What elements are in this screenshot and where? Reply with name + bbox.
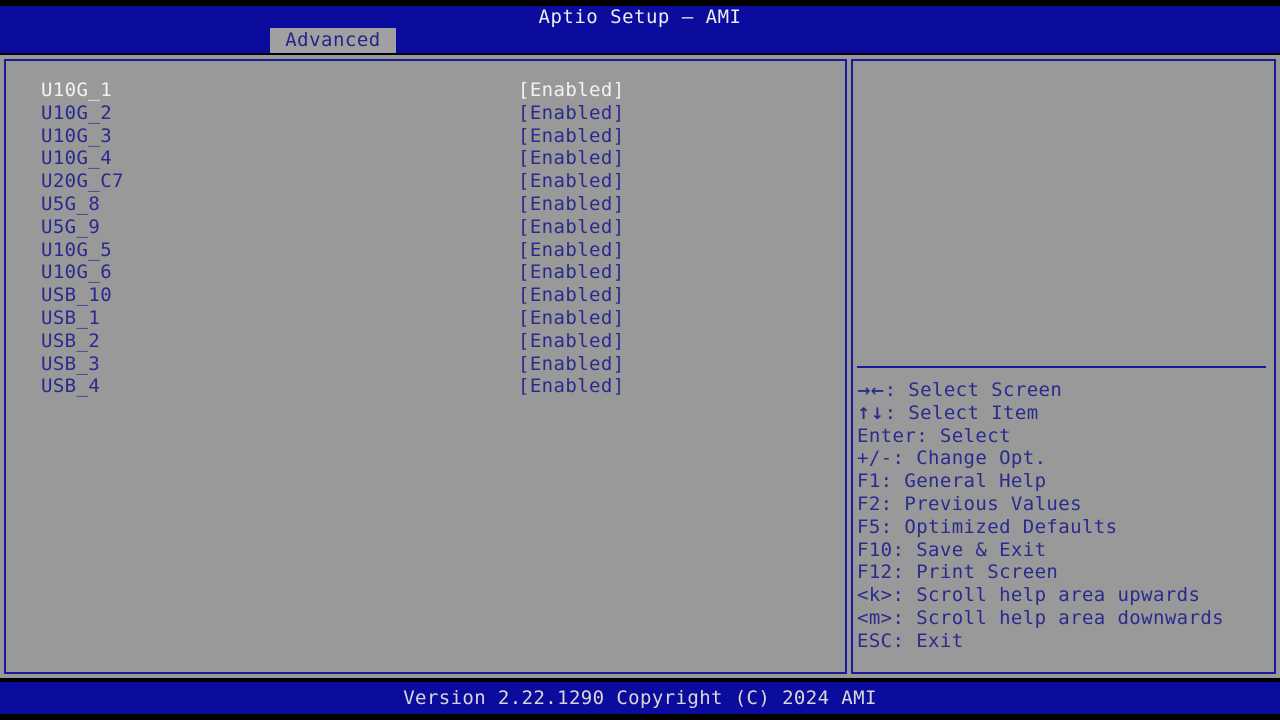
help-panel: →←: Select Screen ↑↓: Select Item Enter: S… — [851, 59, 1276, 674]
help-key-label: : Select Item — [884, 401, 1039, 424]
settings-row-value[interactable]: [Enabled] — [518, 147, 625, 170]
settings-row-label: U10G_6 — [41, 261, 113, 284]
bios-setup-screen: Aptio Setup – AMI Advanced U10G_1 [Enable… — [0, 0, 1280, 720]
settings-row[interactable]: U10G_2 [Enabled] — [36, 102, 826, 125]
help-key-row: F5: Optimized Defaults — [857, 516, 1272, 539]
settings-row-label: USB_1 — [41, 306, 101, 329]
help-description — [859, 67, 1268, 359]
help-key-row: ESC: Exit — [857, 630, 1272, 653]
help-key-row: F12: Print Screen — [857, 561, 1272, 584]
settings-panel: U10G_1 [Enabled] U10G_2 [Enabled] U10G_3 [Ena… — [4, 59, 847, 674]
tab-strip: Advanced — [0, 28, 1280, 53]
settings-row-label: USB_3 — [41, 352, 101, 375]
help-key-row: Enter: Select — [857, 425, 1272, 448]
help-key-row: +/-: Change Opt. — [857, 447, 1272, 470]
settings-row-value[interactable]: [Enabled] — [518, 284, 625, 307]
settings-row-label: U10G_3 — [41, 124, 113, 147]
help-key-label: : Select Screen — [884, 379, 1063, 401]
settings-row-label: USB_4 — [41, 375, 101, 398]
help-key-row: ↑↓: Select Item — [857, 402, 1272, 425]
settings-row-label: U5G_8 — [41, 192, 101, 215]
content-area: U10G_1 [Enabled] U10G_2 [Enabled] U10G_3 [Ena… — [0, 55, 1280, 678]
arrow-keys-icon: ↑↓ — [857, 403, 885, 423]
settings-row-label: U10G_5 — [41, 238, 113, 261]
help-key-label: F10: Save & Exit — [857, 538, 1047, 561]
settings-row-value[interactable]: [Enabled] — [518, 330, 625, 353]
help-key-row: F2: Previous Values — [857, 493, 1272, 516]
settings-row-value[interactable]: [Enabled] — [518, 261, 625, 284]
settings-row-value[interactable]: [Enabled] — [518, 216, 625, 239]
version-text: Version 2.22.1290 Copyright (C) 2024 AMI — [403, 687, 877, 709]
settings-row-label: USB_10 — [41, 284, 113, 307]
help-key-row: →←: Select Screen — [857, 379, 1272, 402]
settings-row[interactable]: USB_4 [Enabled] — [36, 375, 826, 398]
settings-row-value[interactable]: [Enabled] — [518, 79, 625, 102]
arrow-keys-icon: →← — [857, 381, 885, 400]
settings-row[interactable]: USB_3 [Enabled] — [36, 353, 826, 376]
help-key-row: F10: Save & Exit — [857, 539, 1272, 562]
settings-row[interactable]: USB_10 [Enabled] — [36, 284, 826, 307]
settings-row[interactable]: U10G_1 [Enabled] — [36, 79, 826, 102]
help-key-label: ESC: Exit — [857, 629, 964, 652]
settings-row-label: U5G_9 — [41, 215, 101, 238]
settings-row[interactable]: U10G_4 [Enabled] — [36, 147, 826, 170]
help-divider — [857, 366, 1266, 368]
settings-row[interactable]: USB_1 [Enabled] — [36, 307, 826, 330]
help-key-list: →←: Select Screen ↑↓: Select Item Enter: S… — [857, 379, 1272, 653]
help-key-label: F2: Previous Values — [857, 492, 1082, 515]
tab-advanced[interactable]: Advanced — [270, 28, 396, 53]
page-title: Aptio Setup – AMI — [538, 6, 742, 28]
help-key-label: F5: Optimized Defaults — [857, 515, 1118, 538]
settings-row-value[interactable]: [Enabled] — [518, 193, 625, 216]
help-key-row: <m>: Scroll help area downwards — [857, 607, 1272, 630]
help-key-row: F1: General Help — [857, 470, 1272, 493]
settings-row[interactable]: U5G_8 [Enabled] — [36, 193, 826, 216]
settings-row-value[interactable]: [Enabled] — [518, 125, 625, 148]
settings-row-label: USB_2 — [41, 329, 101, 352]
settings-row[interactable]: U10G_6 [Enabled] — [36, 261, 826, 284]
settings-row[interactable]: USB_2 [Enabled] — [36, 330, 826, 353]
settings-list: U10G_1 [Enabled] U10G_2 [Enabled] U10G_3 [Ena… — [36, 79, 826, 398]
settings-row-value[interactable]: [Enabled] — [518, 353, 625, 376]
help-key-label: <m>: Scroll help area downwards — [857, 606, 1225, 629]
help-key-label: Enter: Select — [857, 424, 1011, 447]
help-key-row: <k>: Scroll help area upwards — [857, 584, 1272, 607]
help-key-label: +/-: Change Opt. — [857, 447, 1047, 470]
help-key-label: F1: General Help — [857, 470, 1047, 493]
help-key-label: <k>: Scroll help area upwards — [857, 584, 1201, 607]
settings-row[interactable]: U10G_5 [Enabled] — [36, 239, 826, 262]
settings-row-label: U10G_4 — [41, 147, 113, 170]
settings-row-label: U20G_C7 — [41, 170, 124, 193]
settings-row-value[interactable]: [Enabled] — [518, 307, 625, 330]
help-key-label: F12: Print Screen — [857, 561, 1059, 584]
settings-row[interactable]: U5G_9 [Enabled] — [36, 216, 826, 239]
settings-row[interactable]: U20G_C7 [Enabled] — [36, 170, 826, 193]
settings-row-label: U10G_1 — [41, 79, 113, 101]
settings-row-value[interactable]: [Enabled] — [518, 239, 625, 262]
settings-row-value[interactable]: [Enabled] — [518, 102, 625, 125]
settings-row-value[interactable]: [Enabled] — [518, 375, 625, 398]
settings-row[interactable]: U10G_3 [Enabled] — [36, 125, 826, 148]
settings-row-value[interactable]: [Enabled] — [518, 170, 625, 193]
settings-row-label: U10G_2 — [41, 101, 113, 124]
